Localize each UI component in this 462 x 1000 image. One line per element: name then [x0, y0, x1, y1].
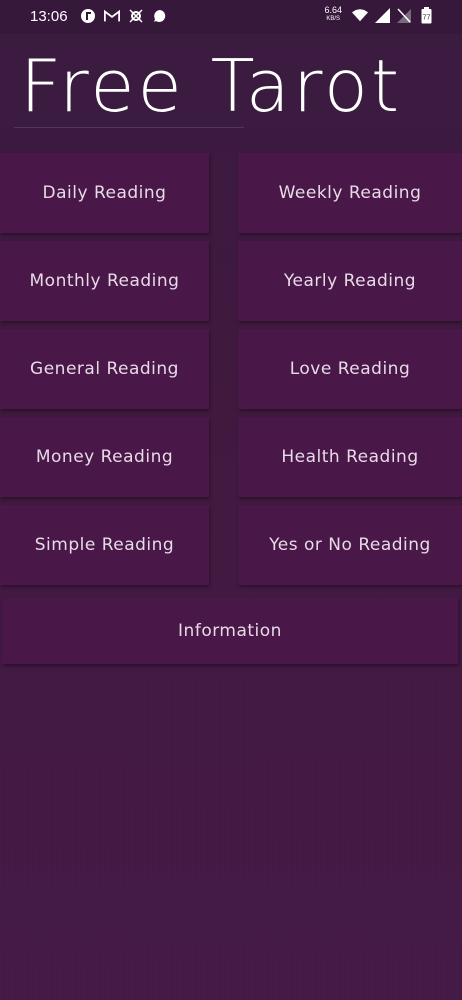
settings-gear-icon — [128, 8, 144, 24]
health-reading-button[interactable]: Health Reading — [238, 417, 462, 497]
app-title: Free Tarot — [20, 44, 403, 128]
system-icons: 6.64 KB/S 77 — [324, 6, 434, 24]
background-texture — [0, 680, 462, 1000]
monthly-reading-button[interactable]: Monthly Reading — [0, 241, 209, 321]
battery-icon: 77 — [418, 6, 434, 23]
network-speed-value: 6.64 — [324, 5, 342, 15]
money-reading-button[interactable]: Money Reading — [0, 417, 209, 497]
message-bubble-icon — [152, 8, 168, 24]
header-divider — [14, 127, 244, 128]
yearly-reading-button[interactable]: Yearly Reading — [238, 241, 462, 321]
information-button[interactable]: Information — [2, 598, 458, 664]
simple-reading-button[interactable]: Simple Reading — [0, 505, 209, 585]
daily-reading-button[interactable]: Daily Reading — [0, 153, 209, 233]
gmail-icon — [104, 8, 120, 24]
cellular-signal-icon — [374, 7, 390, 23]
network-speed: 6.64 KB/S — [324, 6, 342, 24]
wifi-icon — [352, 7, 368, 23]
love-reading-button[interactable]: Love Reading — [238, 329, 462, 409]
general-reading-button[interactable]: General Reading — [0, 329, 209, 409]
status-bar: 13:06 6.64 KB/S 77 — [0, 0, 462, 34]
battery-level: 77 — [422, 14, 430, 21]
yes-or-no-reading-button[interactable]: Yes or No Reading — [238, 505, 462, 585]
app-header: Free Tarot — [0, 34, 462, 130]
notification-icons — [80, 8, 168, 24]
status-time: 13:06 — [30, 8, 68, 25]
weekly-reading-button[interactable]: Weekly Reading — [238, 153, 462, 233]
network-speed-unit: KB/S — [326, 16, 341, 22]
tarot-app-notification-icon — [80, 8, 96, 24]
no-sim-icon — [396, 7, 412, 23]
